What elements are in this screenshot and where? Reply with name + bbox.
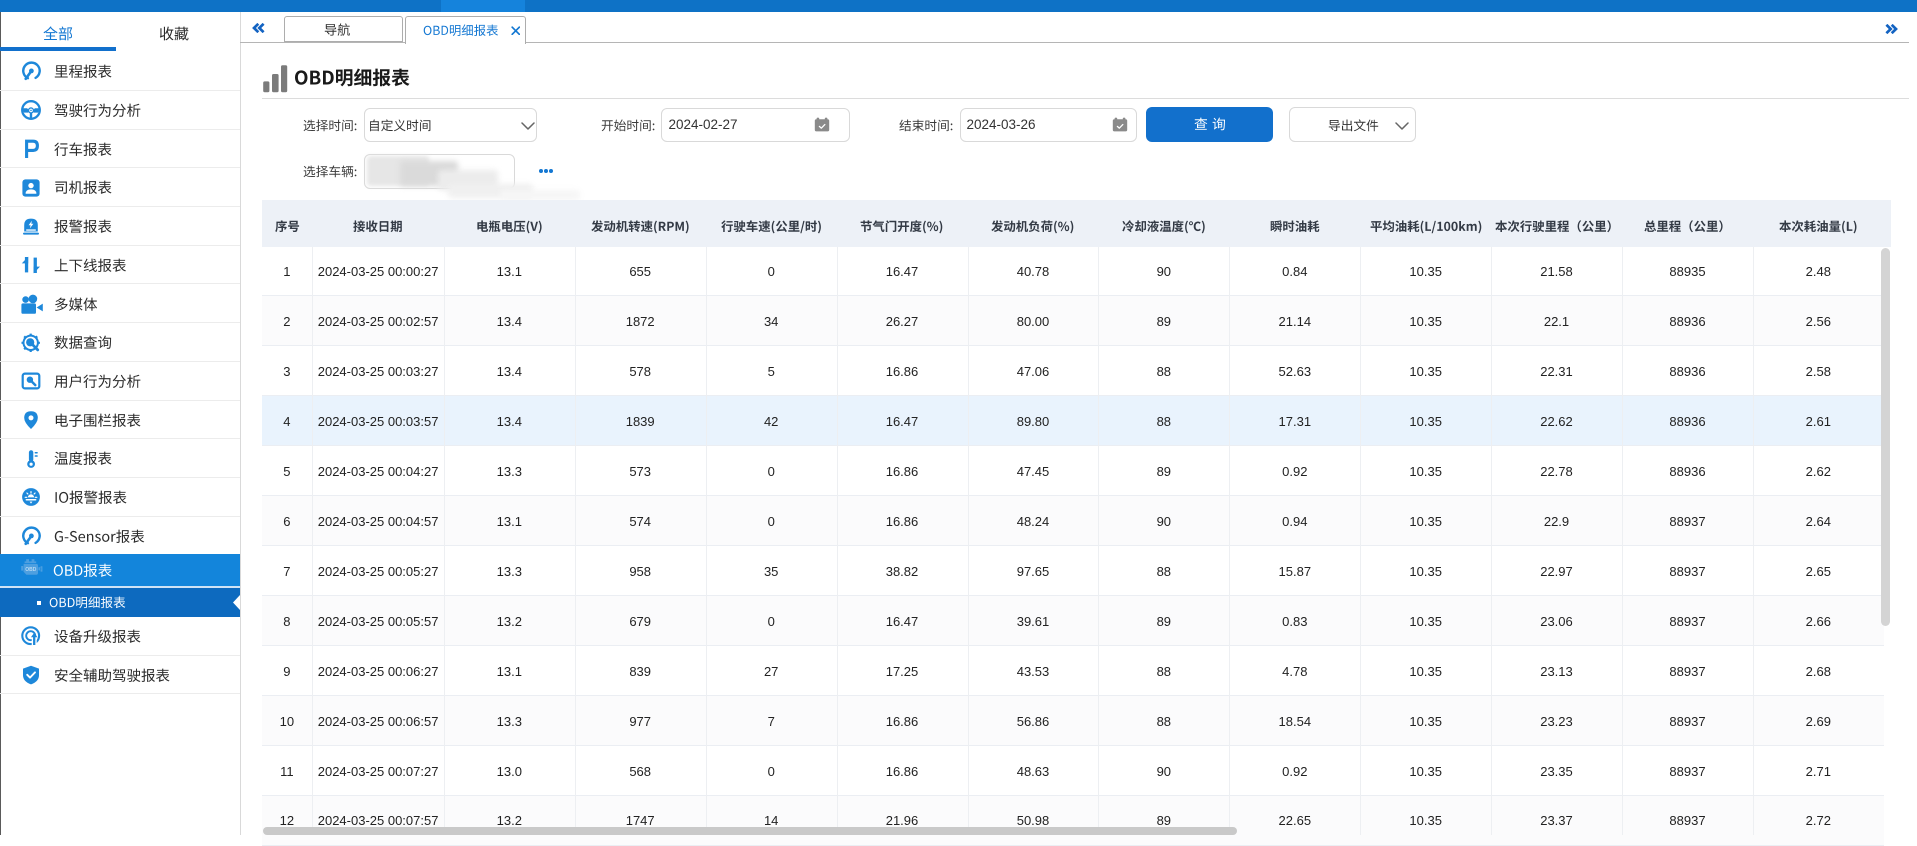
svg-text:OBD: OBD	[25, 567, 37, 573]
